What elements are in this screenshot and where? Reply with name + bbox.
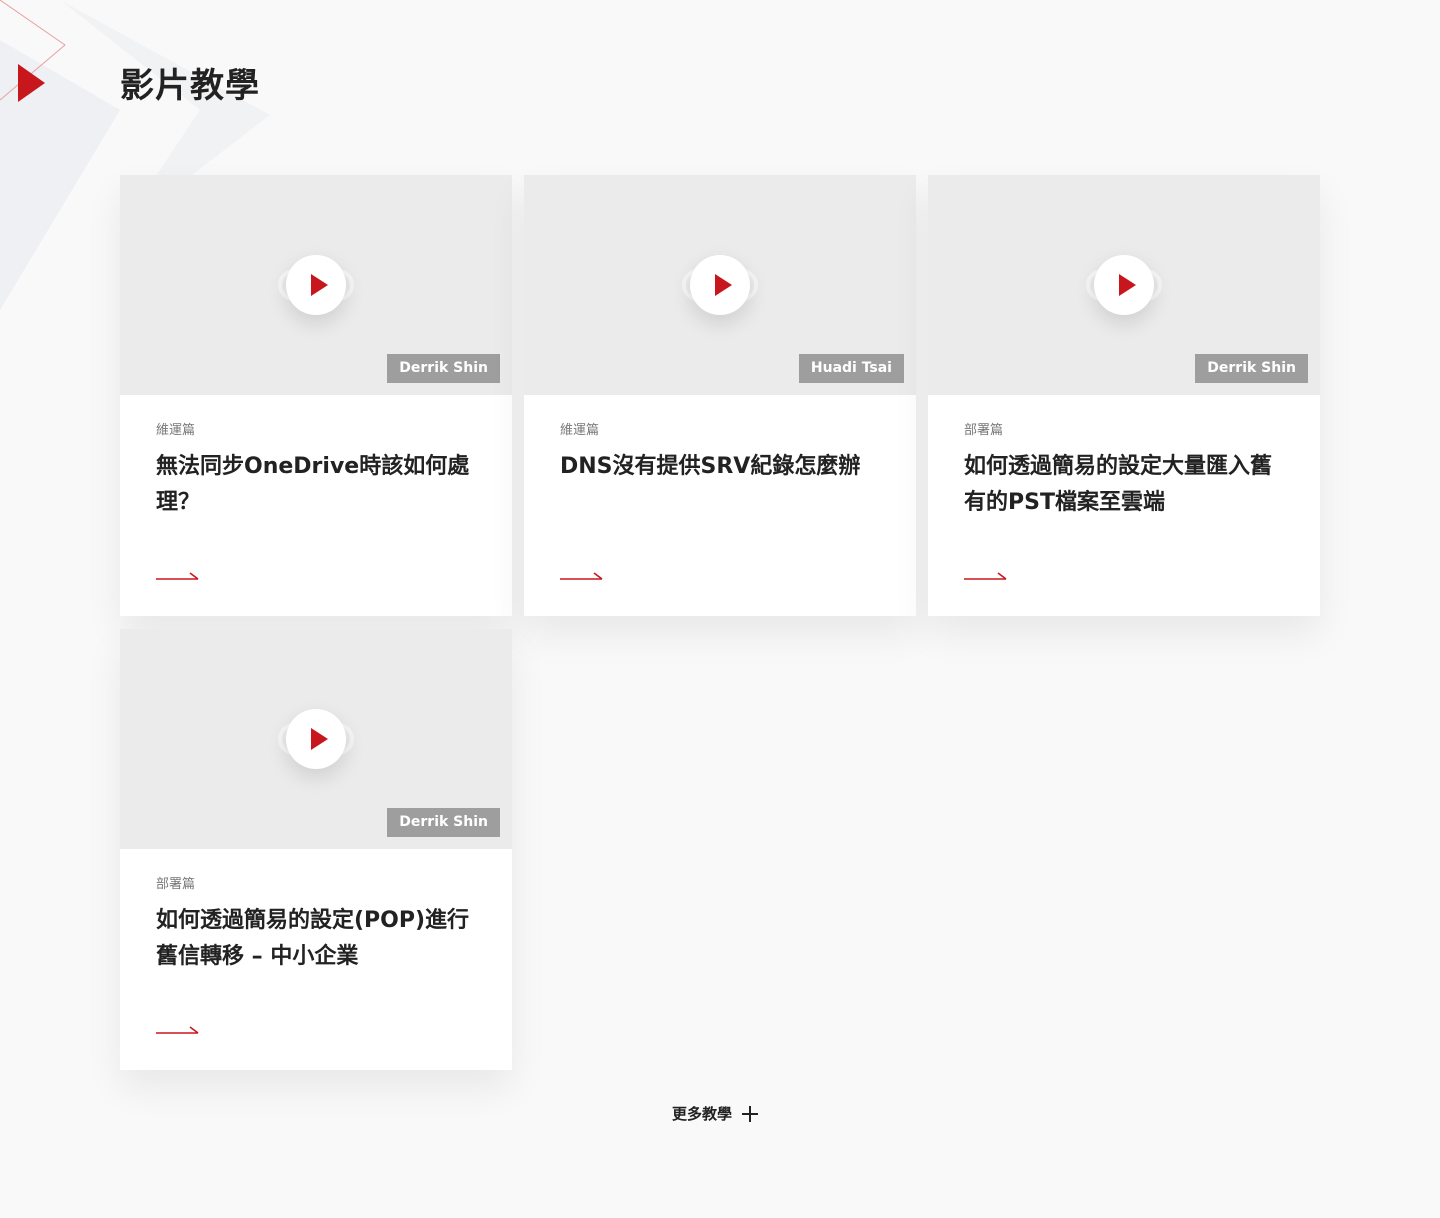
author-badge: Derrik Shin bbox=[1195, 354, 1308, 383]
play-icon bbox=[1119, 274, 1136, 296]
video-card[interactable]: Huadi Tsai 維運篇 DNS沒有提供SRV紀錄怎麼辦 bbox=[524, 175, 916, 616]
arrow-right-icon[interactable] bbox=[156, 568, 200, 582]
play-button[interactable] bbox=[286, 709, 346, 769]
play-icon bbox=[715, 274, 732, 296]
video-category: 部署篇 bbox=[156, 877, 196, 892]
video-card[interactable]: Derrik Shin 部署篇 如何透過簡易的設定(POP)進行舊信轉移 – 中… bbox=[120, 629, 512, 1070]
play-button[interactable] bbox=[286, 255, 346, 315]
video-title[interactable]: 如何透過簡易的設定(POP)進行舊信轉移 – 中小企業 bbox=[156, 903, 482, 975]
play-button[interactable] bbox=[690, 255, 750, 315]
video-tutorials-page: 影片教學 Derrik Shin 維運篇 無法同步OneDrive時該如何處理？ bbox=[0, 0, 1440, 1218]
play-button[interactable] bbox=[1094, 255, 1154, 315]
more-tutorials-label: 更多教學 bbox=[672, 1105, 733, 1123]
video-title[interactable]: 如何透過簡易的設定大量匯入舊有的PST檔案至雲端 bbox=[964, 449, 1290, 521]
section-marker-icon bbox=[18, 64, 45, 102]
video-title[interactable]: DNS沒有提供SRV紀錄怎麼辦 bbox=[560, 449, 886, 485]
video-category: 維運篇 bbox=[560, 423, 600, 438]
arrow-right-icon[interactable] bbox=[964, 568, 1008, 582]
video-thumbnail[interactable]: Derrik Shin bbox=[120, 175, 512, 395]
video-category: 部署篇 bbox=[964, 423, 1004, 438]
play-icon bbox=[311, 274, 328, 296]
arrow-right-icon[interactable] bbox=[560, 568, 604, 582]
author-badge: Huadi Tsai bbox=[798, 354, 904, 383]
video-card-grid: Derrik Shin 維運篇 無法同步OneDrive時該如何處理？ Huad… bbox=[120, 175, 1320, 1070]
video-card[interactable]: Derrik Shin 部署篇 如何透過簡易的設定大量匯入舊有的PST檔案至雲端 bbox=[928, 175, 1320, 616]
video-thumbnail[interactable]: Huadi Tsai bbox=[524, 175, 916, 395]
author-badge: Derrik Shin bbox=[387, 354, 500, 383]
video-thumbnail[interactable]: Derrik Shin bbox=[928, 175, 1320, 395]
video-title[interactable]: 無法同步OneDrive時該如何處理？ bbox=[156, 449, 482, 521]
arrow-right-icon[interactable] bbox=[156, 1022, 200, 1036]
section-title: 影片教學 bbox=[120, 66, 260, 106]
video-thumbnail[interactable]: Derrik Shin bbox=[120, 629, 512, 849]
author-badge: Derrik Shin bbox=[387, 808, 500, 837]
video-card[interactable]: Derrik Shin 維運篇 無法同步OneDrive時該如何處理？ bbox=[120, 175, 512, 616]
play-icon bbox=[311, 728, 328, 750]
more-tutorials-link[interactable]: 更多教學 bbox=[672, 1102, 759, 1126]
plus-icon bbox=[742, 1106, 759, 1122]
video-category: 維運篇 bbox=[156, 423, 196, 438]
